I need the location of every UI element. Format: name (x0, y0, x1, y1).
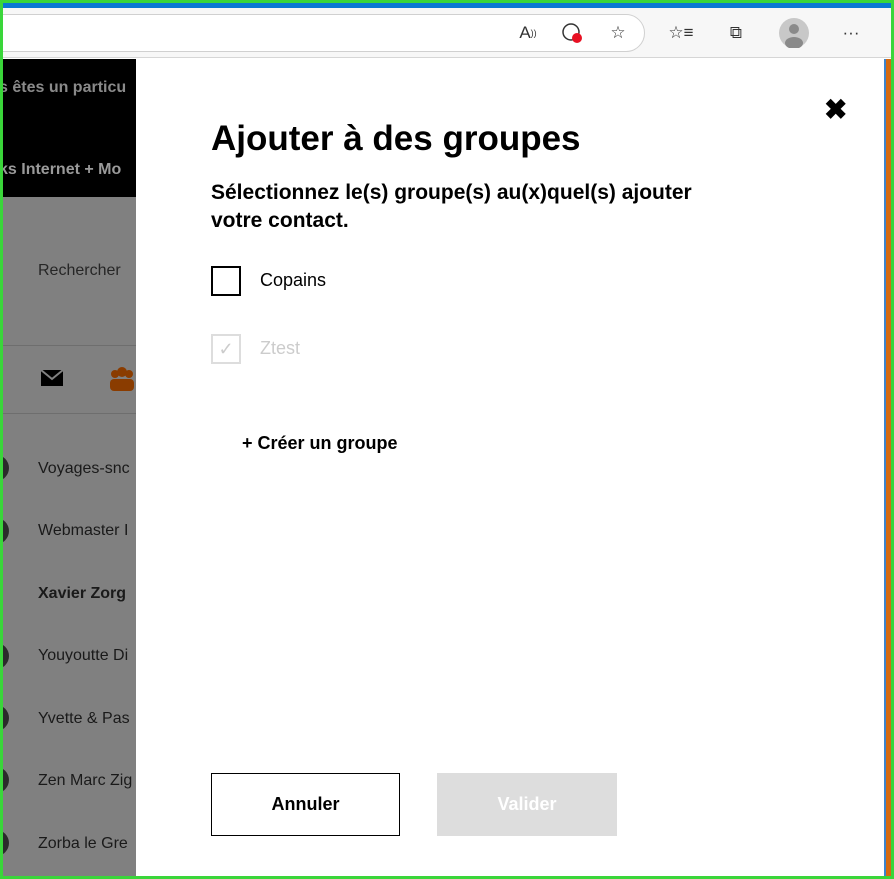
page-scroll-edge (884, 59, 891, 876)
group-label: Ztest (260, 338, 301, 358)
read-aloud-icon[interactable]: A)) (515, 20, 541, 46)
avatar (3, 643, 9, 669)
avatar (3, 518, 9, 544)
compose-mail-icon[interactable] (40, 368, 66, 395)
favorites-icon[interactable]: ☆≡ (668, 20, 694, 46)
cookie-blocked-icon[interactable] (559, 20, 585, 46)
dialog-subtitle: Sélectionnez le(s) groupe(s) au(x)quel(s… (211, 181, 692, 232)
avatar (3, 830, 9, 856)
browser-toolbar: A)) ☆ ☆≡ ⧉ ··· (3, 8, 891, 58)
contact-item[interactable]: Voyages-snc (38, 460, 130, 478)
avatar (3, 767, 9, 793)
close-icon[interactable]: ✖ (824, 93, 847, 126)
profile-icon[interactable] (779, 18, 809, 48)
browser-window: A)) ☆ ☆≡ ⧉ ··· s êtes un particu ks Inte… (3, 3, 891, 876)
validate-button[interactable]: Valider (437, 773, 617, 836)
divider (3, 345, 136, 346)
groups-icon[interactable] (109, 366, 135, 397)
contact-item[interactable]: Webmaster I (38, 522, 128, 540)
create-group-link[interactable]: + Créer un groupe (242, 433, 398, 454)
contact-item[interactable]: Xavier Zorg (38, 585, 126, 603)
dialog-title: Ajouter à des groupes (211, 119, 581, 158)
checkmark-icon: ✓ (218, 339, 234, 359)
banner: s êtes un particu ks Internet + Mo (3, 59, 136, 197)
background-page: s êtes un particu ks Internet + Mo Reche… (3, 59, 136, 876)
contact-item[interactable]: Zorba le Gre (38, 835, 128, 853)
checkbox-copains[interactable] (211, 266, 241, 296)
collections-icon[interactable]: ⧉ (723, 20, 749, 46)
banner-bottom-text: ks Internet + Mo (3, 161, 122, 178)
search-input[interactable]: Rechercher (38, 262, 121, 280)
contact-item[interactable]: Yvette & Pas (38, 710, 130, 728)
cancel-button[interactable]: Annuler (211, 773, 400, 836)
more-icon[interactable]: ··· (838, 20, 864, 46)
add-to-groups-dialog: ✖ Ajouter à des groupes Sélectionnez le(… (136, 59, 884, 876)
add-favorite-icon[interactable]: ☆ (605, 20, 631, 46)
address-bar[interactable] (3, 14, 645, 52)
contact-item[interactable]: Zen Marc Zig (38, 772, 132, 790)
banner-top-text: s êtes un particu (3, 79, 127, 96)
page: s êtes un particu ks Internet + Mo Reche… (3, 59, 891, 876)
avatar (3, 455, 9, 481)
contact-item[interactable]: Youyoutte Di (38, 647, 128, 665)
group-label: Copains (260, 270, 327, 290)
checkbox-ztest[interactable]: ✓ (211, 334, 241, 364)
divider (3, 413, 136, 414)
avatar (3, 705, 9, 731)
